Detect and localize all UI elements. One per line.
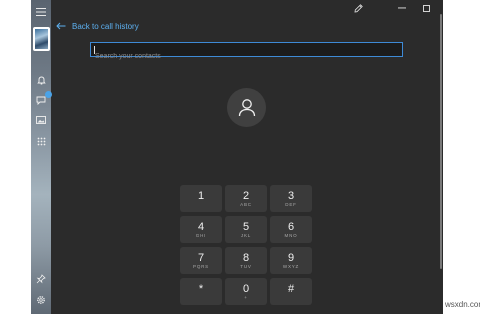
pin-icon[interactable] <box>33 271 49 287</box>
back-arrow-icon <box>55 20 67 32</box>
dial-key-4[interactable]: 4 GHI <box>180 216 222 243</box>
dial-key-9[interactable]: 9 WXYZ <box>270 247 312 274</box>
profile-avatar[interactable] <box>33 27 50 51</box>
maximize-icon[interactable] <box>415 0 437 16</box>
minimize-icon[interactable] <box>391 0 413 16</box>
back-to-call-history[interactable]: Back to call history <box>55 18 139 34</box>
search-input[interactable] <box>91 50 402 63</box>
dial-key-star[interactable]: * <box>180 278 222 305</box>
messages-icon[interactable] <box>33 91 52 108</box>
dial-key-6[interactable]: 6 MNO <box>270 216 312 243</box>
dial-key-2[interactable]: 2 ABC <box>225 185 267 212</box>
dial-key-hash[interactable]: # <box>270 278 312 305</box>
dial-key-8[interactable]: 8 TUV <box>225 247 267 274</box>
dial-key-5[interactable]: 5 JKL <box>225 216 267 243</box>
back-label: Back to call history <box>72 21 139 31</box>
watermark-text: wsxdn.com <box>445 300 480 309</box>
person-icon <box>238 99 255 117</box>
title-bar <box>51 0 443 16</box>
hamburger-menu-icon[interactable] <box>33 4 49 20</box>
settings-gear-icon[interactable] <box>33 292 49 308</box>
screen-margin-right <box>443 0 480 314</box>
dial-key-7[interactable]: 7 PQRS <box>180 247 222 274</box>
search-contacts-field[interactable] <box>90 42 403 63</box>
pen-icon[interactable] <box>347 0 369 16</box>
photos-icon[interactable] <box>33 112 49 128</box>
scrollbar[interactable] <box>440 14 442 269</box>
dialpad-icon[interactable] <box>33 134 49 150</box>
text-caret <box>94 46 95 54</box>
notification-badge <box>45 91 52 98</box>
phone-link-window: Back to call history 1 2ABC 3DEF 4GHI 5J… <box>31 0 443 314</box>
dial-key-1[interactable]: 1 <box>180 185 222 212</box>
dial-key-0[interactable]: 0 + <box>225 278 267 305</box>
bell-icon[interactable] <box>33 72 49 88</box>
dial-key-3[interactable]: 3 DEF <box>270 185 312 212</box>
screen-margin-left <box>0 0 31 314</box>
contact-avatar <box>227 88 266 127</box>
sidebar <box>31 0 52 314</box>
